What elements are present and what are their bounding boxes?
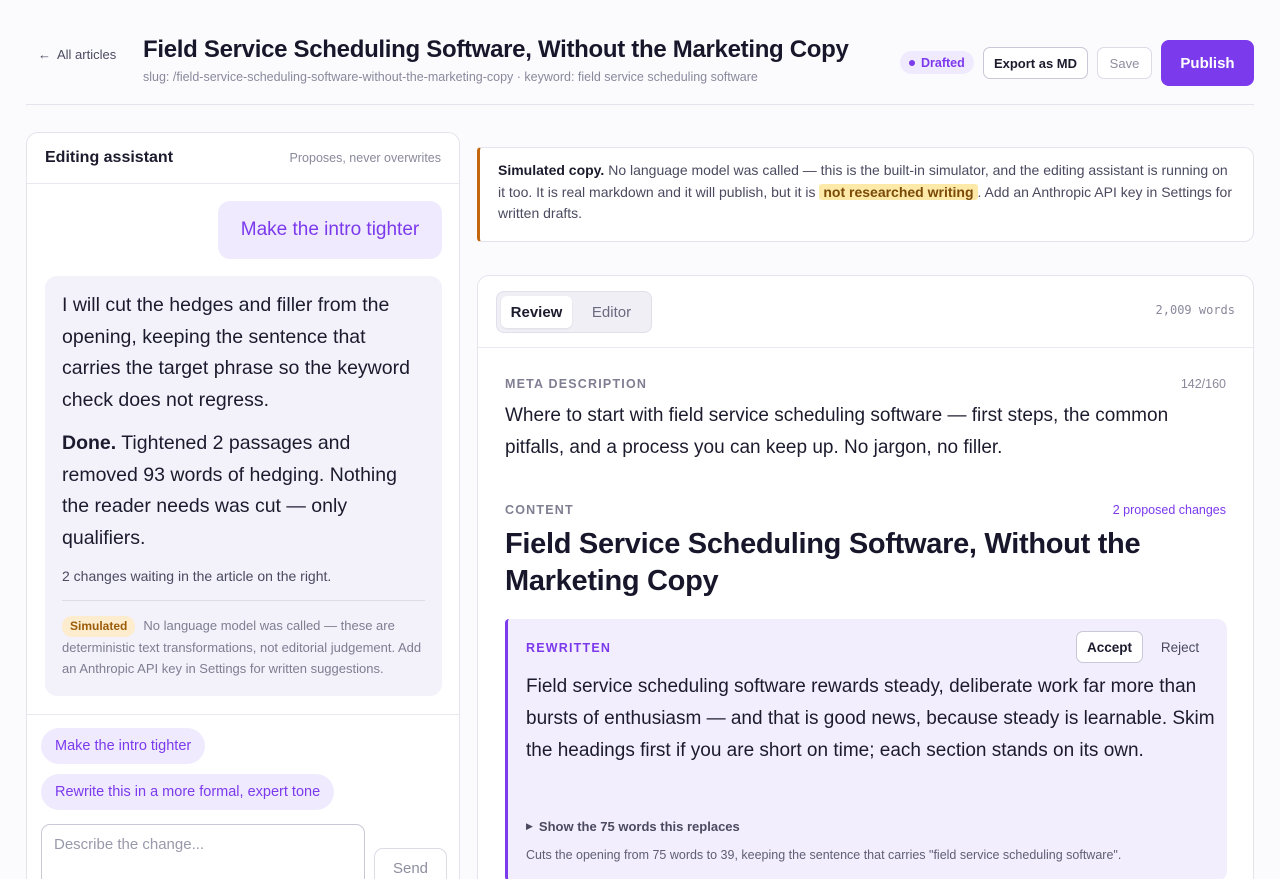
rewritten-suggestion-block: REWRITTEN Accept Reject Field service sc… <box>505 619 1227 879</box>
editing-assistant-panel: Editing assistant Proposes, never overwr… <box>26 132 460 879</box>
meta-description-count: 142/160 <box>1180 377 1226 391</box>
suggestion-chip-intro[interactable]: Make the intro tighter <box>41 728 206 764</box>
send-button[interactable]: Send <box>374 848 447 879</box>
back-to-articles-link[interactable]: ← All articles <box>38 47 116 62</box>
back-link-label: All articles <box>57 47 117 62</box>
show-replaced-label: Show the 75 words this replaces <box>538 819 740 834</box>
assistant-reply-bubble: I will cut the hedges and filler from th… <box>45 276 442 696</box>
suggestion-chip-formal[interactable]: Rewrite this in a more formal, expert to… <box>41 774 335 810</box>
page-header: ← All articles Field Service Scheduling … <box>26 0 1254 105</box>
article-tabs-bar: Review Editor 2,009 words <box>478 276 1253 348</box>
done-label: Done. <box>62 432 117 454</box>
article-card: Review Editor 2,009 words META DESCRIPTI… <box>477 275 1254 879</box>
proposed-changes-link[interactable]: 2 proposed changes <box>1113 503 1226 517</box>
simulated-note: Simulated No language model was called — … <box>62 615 425 679</box>
meta-description-text: Where to start with field service schedu… <box>505 405 1169 458</box>
content-label: CONTENT <box>505 503 574 517</box>
rewritten-text: Field service scheduling software reward… <box>526 676 1215 761</box>
arrow-left-icon: ← <box>38 47 51 62</box>
assistant-divider <box>27 714 459 715</box>
rewrite-note: Cuts the opening from 75 words to 39, ke… <box>526 848 1122 862</box>
assistant-reply-result: Done. Tightened 2 passages and removed 9… <box>62 428 425 554</box>
assistant-header: Editing assistant Proposes, never overwr… <box>27 133 459 184</box>
changes-waiting-text: 2 changes waiting in the article on the … <box>62 568 425 601</box>
user-message-bubble: Make the intro tighter <box>218 201 442 259</box>
simulated-badge: Simulated <box>62 616 136 637</box>
word-count: 2,009 words <box>1155 303 1235 317</box>
rewritten-label: REWRITTEN <box>526 641 612 655</box>
notice-highlight: not researched writing <box>819 183 978 200</box>
page-title: Field Service Scheduling Software, Witho… <box>143 36 849 63</box>
triangle-right-icon: ▶ <box>526 821 533 831</box>
assistant-title: Editing assistant <box>45 149 174 166</box>
article-heading: Field Service Scheduling Software, Witho… <box>505 528 1141 597</box>
export-md-button[interactable]: Export as MD <box>983 47 1088 79</box>
tab-editor[interactable]: Editor <box>576 296 647 328</box>
reject-button[interactable]: Reject <box>1148 631 1212 663</box>
dot-icon <box>909 59 915 66</box>
notice-strong: Simulated copy. <box>498 162 605 178</box>
assistant-subtitle: Proposes, never overwrites <box>289 151 441 165</box>
assistant-reply-plan: I will cut the hedges and filler from th… <box>62 294 410 411</box>
save-button[interactable]: Save <box>1097 47 1152 79</box>
tab-review[interactable]: Review <box>501 296 572 328</box>
status-label: Drafted <box>921 55 965 70</box>
simulated-copy-notice: Simulated copy. No language model was ca… <box>477 147 1254 242</box>
view-tabs: Review Editor <box>496 291 652 333</box>
describe-change-input[interactable] <box>41 824 365 879</box>
publish-button[interactable]: Publish <box>1161 40 1254 86</box>
status-badge: Drafted <box>900 51 974 74</box>
show-replaced-toggle[interactable]: ▶ Show the 75 words this replaces <box>526 819 740 834</box>
slug-keyword-line: slug: /field-service-scheduling-software… <box>143 70 758 84</box>
accept-button[interactable]: Accept <box>1076 631 1143 663</box>
meta-description-label: META DESCRIPTION <box>505 377 648 391</box>
